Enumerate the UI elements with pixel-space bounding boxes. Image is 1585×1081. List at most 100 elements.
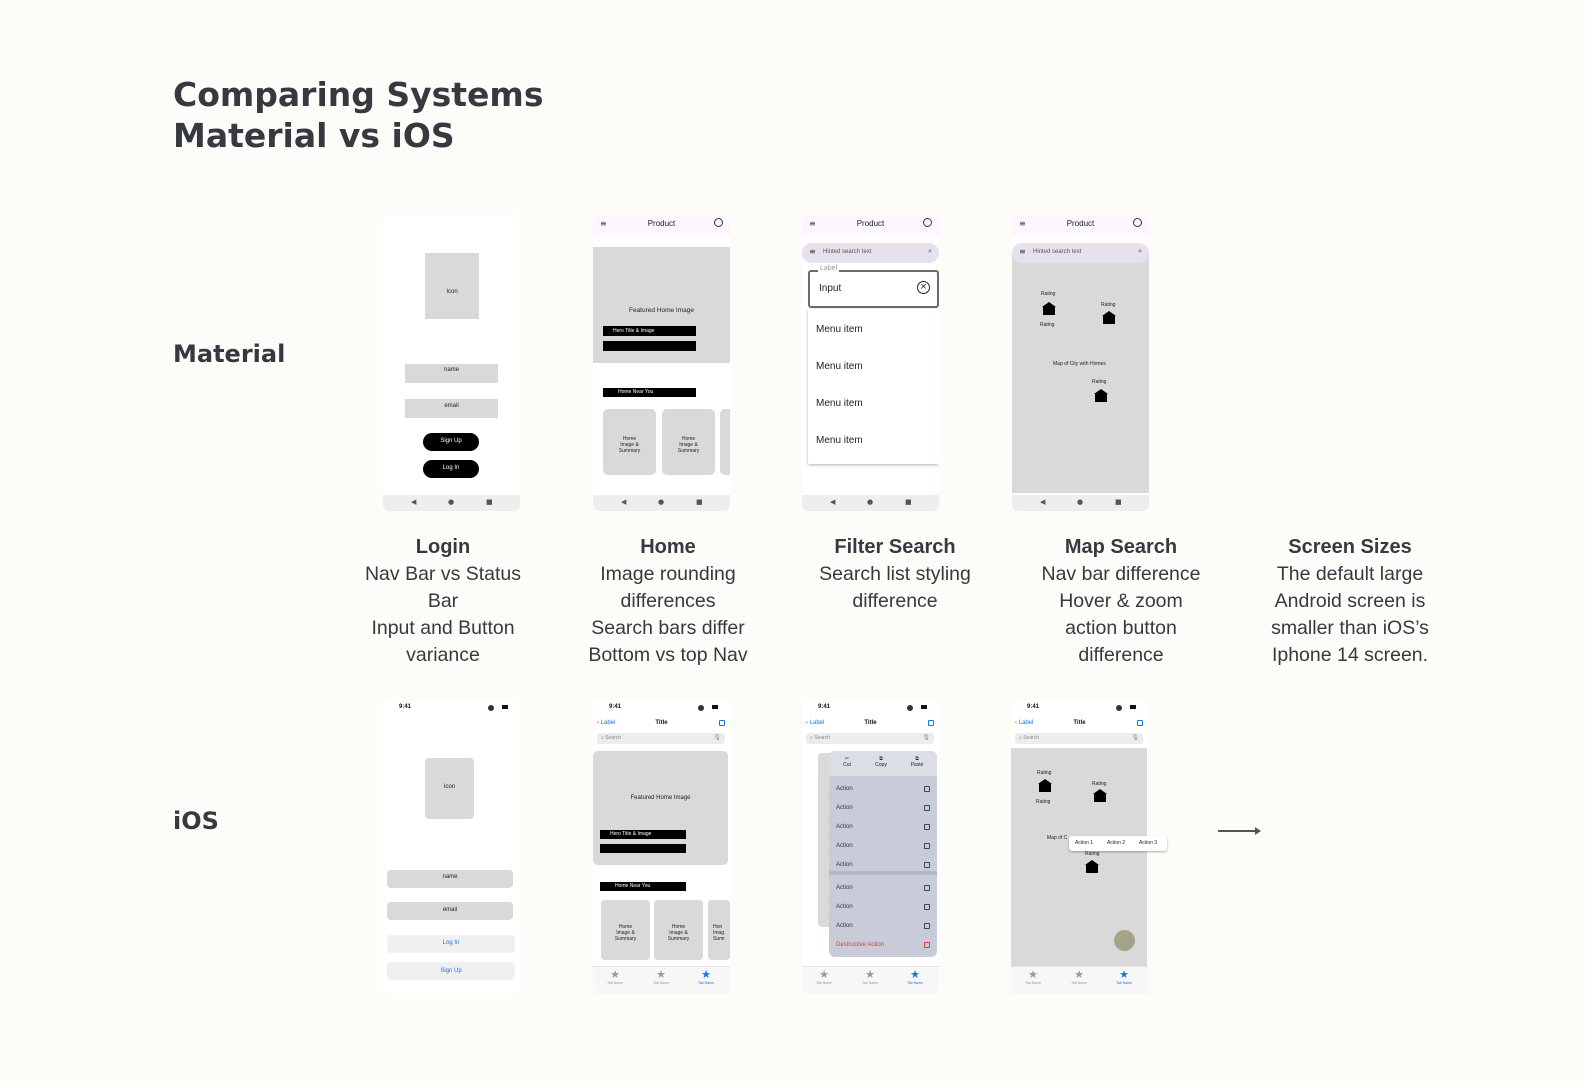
search-bar[interactable]: ⌕ Search 🎙 xyxy=(597,733,725,744)
home-card-partial[interactable]: Hon Imag Sumr xyxy=(708,900,730,960)
popover-action[interactable]: Action 2 xyxy=(1107,840,1125,846)
home-card[interactable]: Home Image & Summary xyxy=(603,409,656,475)
sign-up-button[interactable]: Sign Up xyxy=(387,962,515,980)
search-bar[interactable]: ≡ Hinted search text ⌕ xyxy=(802,243,939,263)
home-pin-icon[interactable] xyxy=(1085,860,1099,873)
menu-item[interactable]: Menu item xyxy=(816,361,863,372)
app-icon-placeholder: Icon xyxy=(425,758,474,819)
microphone-icon[interactable]: 🎙 xyxy=(922,734,930,741)
search-bar[interactable]: ⌕ Search 🎙 xyxy=(1015,733,1143,744)
search-bar[interactable]: ⌕ Search 🎙 xyxy=(806,733,934,744)
menu-action-row[interactable]: Action xyxy=(829,780,937,799)
menu-item[interactable]: Menu item xyxy=(816,398,863,409)
cut-action[interactable]: ✂ Cut xyxy=(835,756,859,768)
account-icon[interactable] xyxy=(923,218,932,227)
home-icon[interactable]: ● xyxy=(448,498,454,506)
caption-login: Login Nav Bar vs Status Bar Input and Bu… xyxy=(328,534,558,669)
log-in-button[interactable]: Log In xyxy=(423,460,479,478)
caption-line: difference xyxy=(1078,644,1164,666)
search-icon[interactable]: ⌕ xyxy=(928,247,932,256)
microphone-icon[interactable]: 🎙 xyxy=(1131,734,1139,741)
menu-action-row[interactable]: Action xyxy=(829,917,937,936)
row-label-material: Material xyxy=(173,340,286,368)
tab-item[interactable]: ★ Tab Name xyxy=(646,969,676,986)
log-in-button[interactable]: Log In xyxy=(387,935,515,953)
search-bar[interactable]: ≡ Hinted search text ⌕ xyxy=(1012,243,1149,263)
home-card[interactable]: Home Image & Summary xyxy=(654,900,703,960)
recents-icon[interactable]: ■ xyxy=(1115,498,1122,506)
menu-action-row[interactable]: Action xyxy=(829,837,937,856)
tab-item[interactable]: ★ Tab Name xyxy=(809,969,839,986)
name-field-label: name xyxy=(442,874,458,880)
copy-action[interactable]: ⧉ Copy xyxy=(869,756,893,768)
map-area[interactable] xyxy=(1012,253,1149,493)
tab-bar: ★ Tab Name ★ Tab Name ★ Tab Name xyxy=(802,966,939,994)
home-pin-icon[interactable] xyxy=(1093,789,1107,802)
menu-item[interactable]: Menu item xyxy=(816,324,863,335)
caption-line: smaller than iOS’s xyxy=(1271,617,1429,639)
menu-action-row[interactable]: Action xyxy=(829,818,937,837)
name-field[interactable]: name xyxy=(405,364,498,383)
back-icon[interactable]: ◀ xyxy=(621,498,626,506)
home-icon[interactable]: ● xyxy=(1077,498,1083,506)
back-icon[interactable]: ◀ xyxy=(830,498,835,506)
nav-action-icon[interactable] xyxy=(719,720,725,726)
tab-item[interactable]: ★ Tab Name xyxy=(1064,969,1094,986)
tab-item[interactable]: ★ Tab Name xyxy=(855,969,885,986)
home-pin-icon[interactable] xyxy=(1042,302,1056,315)
floating-action-button[interactable] xyxy=(1114,930,1135,951)
home-pin-icon[interactable] xyxy=(1102,311,1116,324)
recents-icon[interactable]: ■ xyxy=(905,498,912,506)
home-card-partial[interactable] xyxy=(720,409,730,475)
paste-action[interactable]: ⧉ Paste xyxy=(905,756,929,768)
home-pin-icon[interactable] xyxy=(1038,779,1052,792)
name-field[interactable]: name xyxy=(387,870,513,888)
menu-action-row[interactable]: Action xyxy=(829,898,937,917)
text-field[interactable]: Label Input × xyxy=(808,265,939,308)
menu-action-row[interactable]: Action xyxy=(829,856,937,875)
home-card[interactable]: Home Image & Summary xyxy=(601,900,650,960)
menu-icon[interactable]: ≡ xyxy=(1019,247,1026,256)
caption-line: Iphone 14 screen. xyxy=(1271,644,1429,666)
tab-item-active[interactable]: ★ Tab Name xyxy=(1109,969,1139,986)
popover-action[interactable]: Action 3 xyxy=(1139,840,1157,846)
home-icon[interactable]: ● xyxy=(658,498,664,506)
search-icon[interactable]: ⌕ xyxy=(1138,247,1142,256)
android-nav-bar: ◀ ● ■ xyxy=(802,495,939,511)
nav-action-icon[interactable] xyxy=(928,720,934,726)
email-field[interactable]: email xyxy=(405,399,498,418)
menu-item[interactable]: Menu item xyxy=(816,435,863,446)
home-card[interactable]: Home Image & Summary xyxy=(662,409,715,475)
account-icon[interactable] xyxy=(714,218,723,227)
tab-item[interactable]: ★ Tab Name xyxy=(1018,969,1048,986)
email-field[interactable]: email xyxy=(387,902,513,920)
sign-up-button[interactable]: Sign Up xyxy=(423,433,479,451)
status-bar: 9:41 xyxy=(802,700,939,714)
menu-icon[interactable]: ≡ xyxy=(809,247,816,256)
microphone-icon[interactable]: 🎙 xyxy=(713,734,721,741)
tab-item-active[interactable]: ★ Tab Name xyxy=(900,969,930,986)
menu-action-row[interactable]: Action xyxy=(829,879,937,898)
search-placeholder: Hinted search text xyxy=(823,249,872,255)
nav-action-icon[interactable] xyxy=(1137,720,1143,726)
edit-actions-row: ✂ Cut ⧉ Copy ⧉ Paste xyxy=(829,751,937,776)
status-time: 9:41 xyxy=(609,704,622,710)
back-icon[interactable]: ◀ xyxy=(411,498,416,506)
tab-item[interactable]: ★ Tab Name xyxy=(600,969,630,986)
recents-icon[interactable]: ■ xyxy=(486,498,493,506)
destructive-action-row[interactable]: Destructive Action xyxy=(829,936,937,955)
home-pin-icon[interactable] xyxy=(1094,389,1108,402)
nav-bar: ‹ Label Title xyxy=(802,718,939,732)
home-icon[interactable]: ● xyxy=(867,498,873,506)
material-map-screen: ≡ Product ≡ Hinted search text ⌕ Rating … xyxy=(1012,215,1149,511)
clear-icon[interactable]: × xyxy=(917,281,930,294)
back-icon[interactable]: ◀ xyxy=(1040,498,1045,506)
tab-item-active[interactable]: ★ Tab Name xyxy=(691,969,721,986)
home-card-label: Home Image & Summary xyxy=(614,924,637,942)
hero-subtitle-bar xyxy=(600,844,686,853)
popover-action[interactable]: Action 1 xyxy=(1075,840,1093,846)
menu-action-row[interactable]: Action xyxy=(829,799,937,818)
account-icon[interactable] xyxy=(1133,218,1142,227)
status-bar: 9:41 xyxy=(1011,700,1148,714)
recents-icon[interactable]: ■ xyxy=(696,498,703,506)
